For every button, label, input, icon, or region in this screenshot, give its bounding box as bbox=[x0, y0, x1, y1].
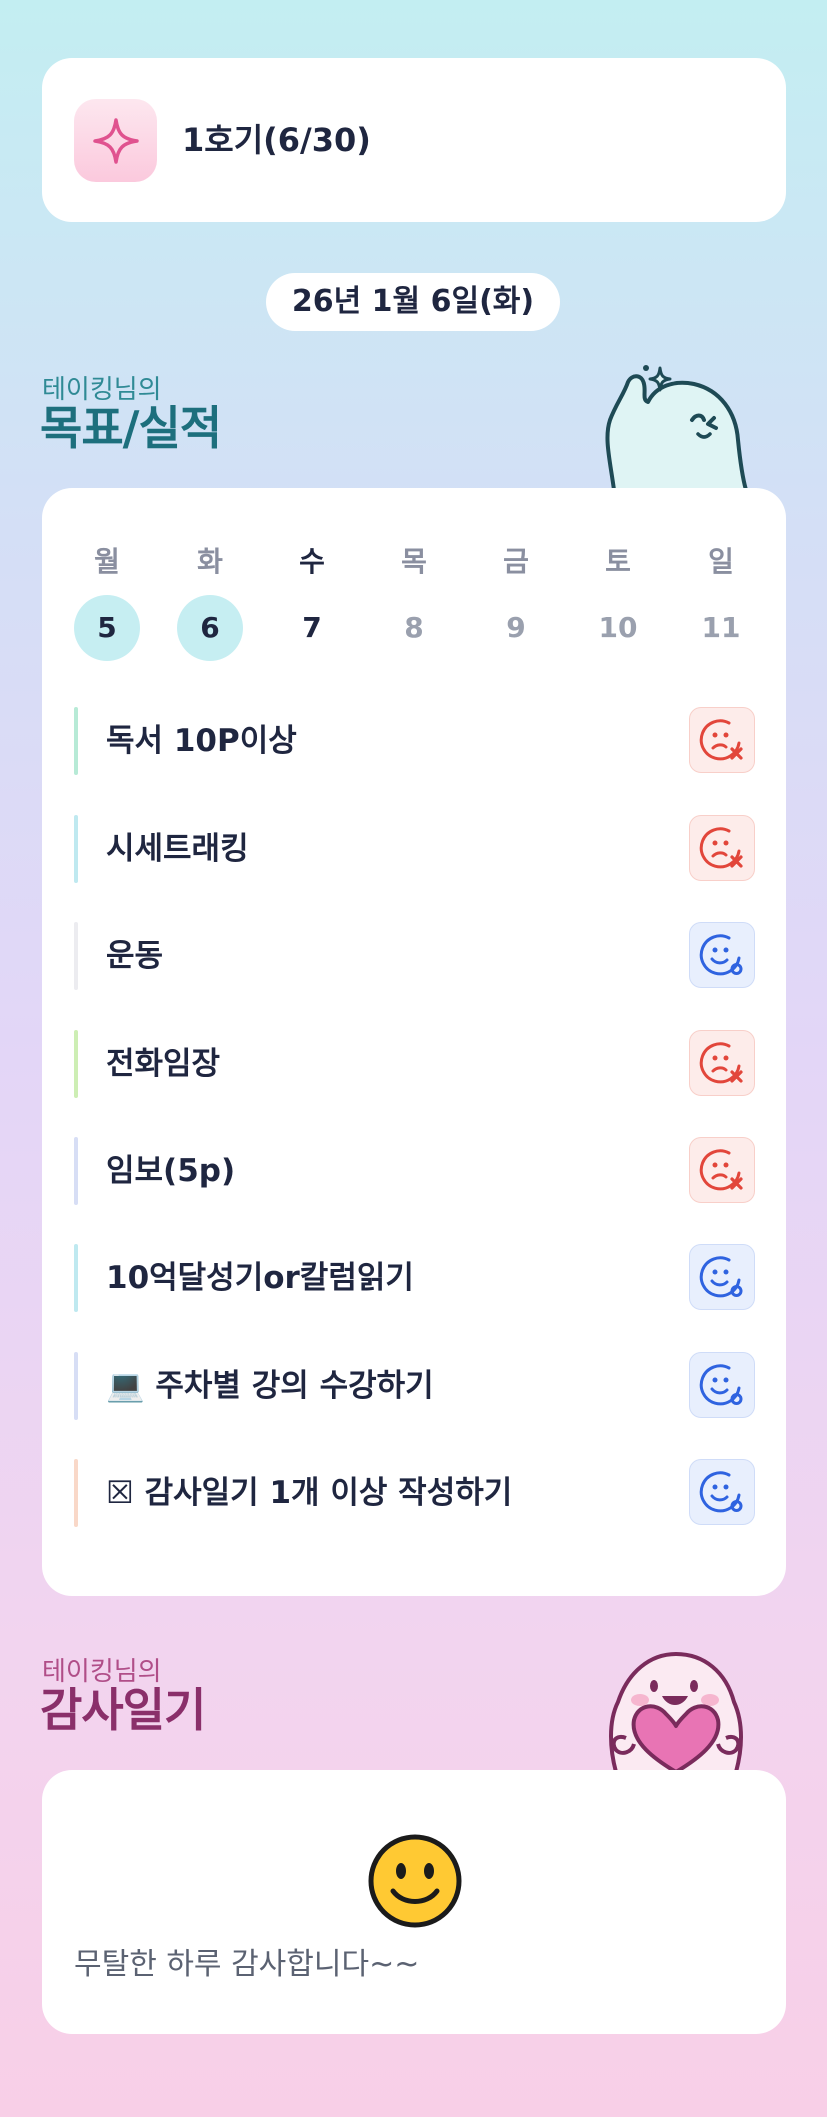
thanks-diary-card[interactable]: 무탈한 하루 감사합니다~~ bbox=[42, 1770, 786, 2034]
day-number: 9 bbox=[506, 611, 526, 644]
day-number: 8 bbox=[404, 611, 424, 644]
goal-title: 10억달성기or칼럼읽기 bbox=[106, 1260, 414, 1296]
day-label: 수 bbox=[299, 545, 325, 578]
goal-row[interactable]: 독서 10P이상 bbox=[74, 707, 755, 775]
sad-face-x-icon[interactable] bbox=[689, 815, 755, 881]
goal-row[interactable]: ☒ 감사일기 1개 이상 작성하기 bbox=[74, 1459, 755, 1527]
goal-title: 임보(5p) bbox=[106, 1153, 236, 1189]
goal-row[interactable]: 💻 주차별 강의 수강하기 bbox=[74, 1352, 755, 1420]
goal-row[interactable]: 임보(5p) bbox=[74, 1137, 755, 1205]
goal-color-bar bbox=[74, 1030, 78, 1098]
goals-section-title: 목표/실적 bbox=[40, 401, 222, 455]
sad-face-x-icon[interactable] bbox=[689, 1137, 755, 1203]
day-number: 5 bbox=[74, 595, 140, 661]
goal-color-bar bbox=[74, 922, 78, 990]
goal-row[interactable]: 전화임장 bbox=[74, 1030, 755, 1098]
goal-title: 독서 10P이상 bbox=[106, 723, 297, 759]
date-selector[interactable]: 26년 1월 6일(화) bbox=[266, 273, 560, 331]
goal-color-bar bbox=[74, 1459, 78, 1527]
goal-row[interactable]: 10억달성기or칼럼읽기 bbox=[74, 1244, 755, 1312]
slightly-smiling-face-icon bbox=[368, 1834, 462, 1928]
thanks-entry-text: 무탈한 하루 감사합니다~~ bbox=[74, 1947, 420, 1982]
smile-face-o-icon[interactable] bbox=[689, 1352, 755, 1418]
goal-title: 운동 bbox=[106, 938, 164, 974]
goal-title: 전화임장 bbox=[106, 1046, 221, 1082]
day-label: 일 bbox=[708, 545, 734, 578]
thanks-section-title: 감사일기 bbox=[40, 1683, 206, 1737]
day-label: 월 bbox=[94, 545, 120, 578]
goal-row[interactable]: 운동 bbox=[74, 922, 755, 990]
goal-color-bar bbox=[74, 815, 78, 883]
mascot-heart-icon bbox=[609, 1652, 743, 1772]
day-label: 토 bbox=[605, 545, 631, 578]
mascot-waving-icon bbox=[605, 365, 748, 490]
goal-color-bar bbox=[74, 1244, 78, 1312]
day-label: 화 bbox=[197, 545, 223, 578]
goal-color-bar bbox=[74, 1352, 78, 1420]
day-label: 금 bbox=[503, 545, 529, 578]
smile-face-o-icon[interactable] bbox=[689, 922, 755, 988]
goal-color-bar bbox=[74, 1137, 78, 1205]
goal-title: 💻 주차별 강의 수강하기 bbox=[106, 1368, 434, 1404]
goal-title: ☒ 감사일기 1개 이상 작성하기 bbox=[106, 1475, 513, 1511]
day-label: 목 bbox=[401, 545, 427, 578]
batch-title: 1호기(6/30) bbox=[182, 121, 371, 159]
batch-card[interactable]: 1호기(6/30) bbox=[42, 58, 786, 222]
goals-card: 월 5 화 6 수 7 목 8 금 9 토 10 일 11 독서 10P이상 시… bbox=[42, 488, 786, 1596]
sad-face-x-icon[interactable] bbox=[689, 707, 755, 773]
smile-face-o-icon[interactable] bbox=[689, 1244, 755, 1310]
goal-title: 시세트래킹 bbox=[106, 831, 249, 867]
goal-color-bar bbox=[74, 707, 78, 775]
day-number: 10 bbox=[598, 611, 638, 644]
day-number: 7 bbox=[302, 611, 322, 644]
goal-row[interactable]: 시세트래킹 bbox=[74, 815, 755, 883]
day-number: 11 bbox=[701, 611, 741, 644]
smile-face-o-icon[interactable] bbox=[689, 1459, 755, 1525]
day-number: 6 bbox=[177, 595, 243, 661]
sad-face-x-icon[interactable] bbox=[689, 1030, 755, 1096]
sparkle-icon bbox=[74, 99, 157, 182]
